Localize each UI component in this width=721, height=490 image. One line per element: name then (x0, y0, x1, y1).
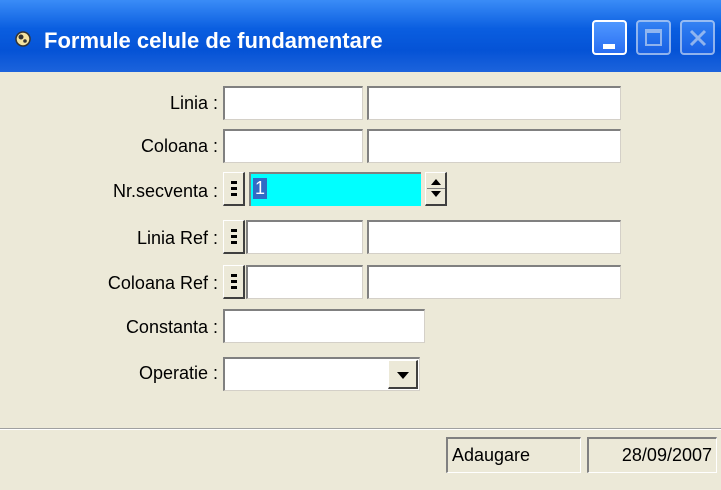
lookup-icon (231, 274, 237, 290)
nr-secventa-label: Nr.secventa : (112, 181, 218, 201)
coloana-label: Coloana : (140, 136, 218, 156)
operatie-dropdown-button[interactable] (388, 360, 418, 389)
coloana-code-input[interactable] (223, 129, 363, 163)
linia-ref-name-input[interactable] (367, 220, 621, 254)
window-title: Formule celule de fundamentare (44, 28, 383, 53)
maximize-icon[interactable] (636, 20, 671, 55)
nr-secventa-value: 1 (253, 178, 268, 199)
minimize-icon[interactable] (592, 20, 627, 55)
operatie-label: Operatie : (138, 363, 218, 383)
spin-down-icon[interactable] (431, 191, 441, 197)
status-bar-divider (0, 428, 721, 430)
lookup-icon (231, 181, 237, 197)
spinner-divider (427, 188, 445, 189)
close-icon[interactable] (680, 20, 715, 55)
coloana-ref-name-input[interactable] (367, 265, 621, 299)
linia-code-input[interactable] (223, 86, 363, 120)
form-window: Formule celule de fundamentare Linia : C… (0, 0, 721, 490)
title-bar[interactable]: Formule celule de fundamentare (0, 0, 721, 72)
nr-secventa-input[interactable]: 1 (249, 172, 421, 206)
status-date: 28/09/2007 (587, 437, 717, 473)
app-icon (15, 31, 31, 47)
coloana-name-input[interactable] (367, 129, 621, 163)
linia-label: Linia : (169, 93, 218, 113)
coloana-ref-code-input[interactable] (246, 265, 363, 299)
status-mode: Adaugare (446, 437, 581, 473)
linia-ref-lookup-button[interactable] (223, 220, 245, 254)
spin-up-icon[interactable] (431, 179, 441, 185)
nr-secventa-spinner[interactable] (425, 172, 447, 206)
linia-name-input[interactable] (367, 86, 621, 120)
lookup-icon (231, 229, 237, 245)
nr-secventa-lookup-button[interactable] (223, 172, 245, 206)
constanta-input[interactable] (223, 309, 425, 343)
constanta-label: Constanta : (125, 317, 218, 337)
linia-ref-code-input[interactable] (246, 220, 363, 254)
chevron-down-icon (397, 372, 409, 379)
coloana-ref-label: Coloana Ref : (107, 273, 218, 293)
linia-ref-label: Linia Ref : (136, 228, 218, 248)
coloana-ref-lookup-button[interactable] (223, 265, 245, 299)
